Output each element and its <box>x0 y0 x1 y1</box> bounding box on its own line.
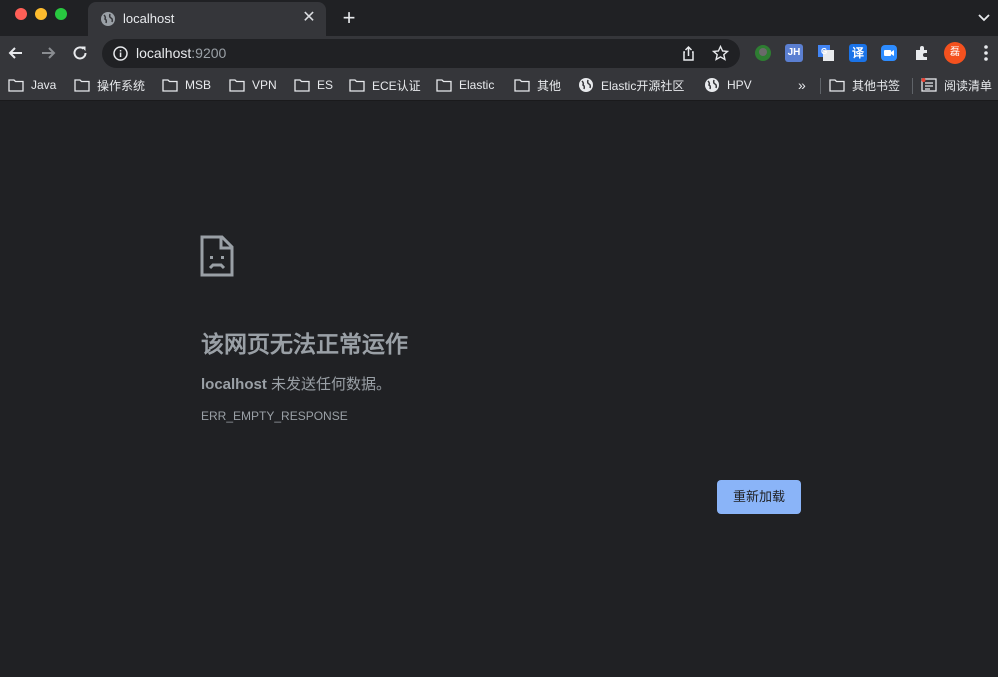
bookmark-hpv[interactable]: HPV <box>704 76 752 94</box>
folder-icon <box>229 78 245 92</box>
forward-icon[interactable] <box>38 43 58 63</box>
folder-icon <box>294 78 310 92</box>
minimize-window-button[interactable] <box>35 8 47 20</box>
address-bar[interactable]: localhost:9200 <box>102 39 740 68</box>
extension-icon[interactable] <box>754 44 772 62</box>
bookmark-elastic-community[interactable]: Elastic开源社区 <box>578 76 684 94</box>
bookmark-elastic[interactable]: Elastic <box>436 76 494 94</box>
new-tab-button[interactable]: + <box>338 7 360 29</box>
globe-icon <box>101 12 115 26</box>
bookmarks-overflow-button[interactable]: » <box>798 76 806 94</box>
bookmark-other-bookmarks[interactable]: 其他书签 <box>829 76 900 94</box>
reload-button[interactable]: 重新加载 <box>717 480 801 514</box>
zoom-extension-icon[interactable] <box>880 44 898 62</box>
share-icon[interactable] <box>680 45 697 62</box>
reload-icon[interactable] <box>70 43 90 63</box>
globe-icon <box>705 78 719 92</box>
bookmark-os[interactable]: 操作系统 <box>74 76 145 94</box>
reading-list-icon <box>921 78 937 92</box>
error-description: localhost 未发送任何数据。 <box>201 373 391 394</box>
back-icon[interactable] <box>6 43 26 63</box>
error-page: 该网页无法正常运作 localhost 未发送任何数据。 ERR_EMPTY_R… <box>0 101 998 677</box>
bookmark-java[interactable]: Java <box>8 76 56 94</box>
google-translate-icon[interactable]: G <box>817 44 835 62</box>
close-window-button[interactable] <box>15 8 27 20</box>
bookmarks-divider <box>820 78 821 94</box>
url-text[interactable]: localhost:9200 <box>136 45 226 61</box>
bookmark-es[interactable]: ES <box>294 76 333 94</box>
folder-icon <box>436 78 452 92</box>
tab-localhost[interactable]: localhost ✕ <box>88 2 326 36</box>
folder-icon <box>514 78 530 92</box>
bookmark-star-icon[interactable] <box>712 45 729 62</box>
bookmarks-divider <box>912 78 913 94</box>
more-menu-icon[interactable] <box>979 44 993 62</box>
folder-icon <box>162 78 178 92</box>
svg-text:G: G <box>821 47 827 56</box>
zoom-window-button[interactable] <box>55 8 67 20</box>
translate-extension-icon[interactable]: 译 <box>849 44 867 62</box>
globe-icon <box>579 78 593 92</box>
folder-icon <box>829 78 845 92</box>
bookmark-ece[interactable]: ECE认证 <box>349 76 421 94</box>
bookmark-msb[interactable]: MSB <box>162 76 211 94</box>
error-title: 该网页无法正常运作 <box>201 331 408 357</box>
folder-icon <box>8 78 24 92</box>
jh-extension-icon[interactable]: JH <box>785 44 803 62</box>
error-host: localhost <box>201 376 267 393</box>
error-code: ERR_EMPTY_RESPONSE <box>201 409 348 423</box>
error-message: 未发送任何数据。 <box>266 376 392 393</box>
bookmark-other[interactable]: 其他 <box>514 76 561 94</box>
folder-icon <box>74 78 90 92</box>
title-bar: localhost ✕ + <box>0 0 998 36</box>
url-port: :9200 <box>191 45 227 61</box>
profile-avatar[interactable]: 磊 <box>944 42 966 64</box>
folder-icon <box>349 78 365 92</box>
close-tab-icon[interactable]: ✕ <box>300 9 318 27</box>
tab-title: localhost <box>123 11 175 26</box>
puzzle-icon[interactable] <box>913 44 931 62</box>
url-host: localhost <box>136 45 192 61</box>
sad-document-icon <box>200 235 234 277</box>
bookmarks-bar: Java 操作系统 MSB VPN ES ECE认证 Elastic 其他 El… <box>0 70 998 101</box>
info-icon[interactable] <box>112 45 129 62</box>
toolbar: localhost:9200 JH G 译 磊 <box>0 36 998 70</box>
chevron-down-icon[interactable] <box>976 9 992 25</box>
bookmark-vpn[interactable]: VPN <box>229 76 277 94</box>
reading-list-button[interactable]: 阅读清单 <box>921 76 992 94</box>
